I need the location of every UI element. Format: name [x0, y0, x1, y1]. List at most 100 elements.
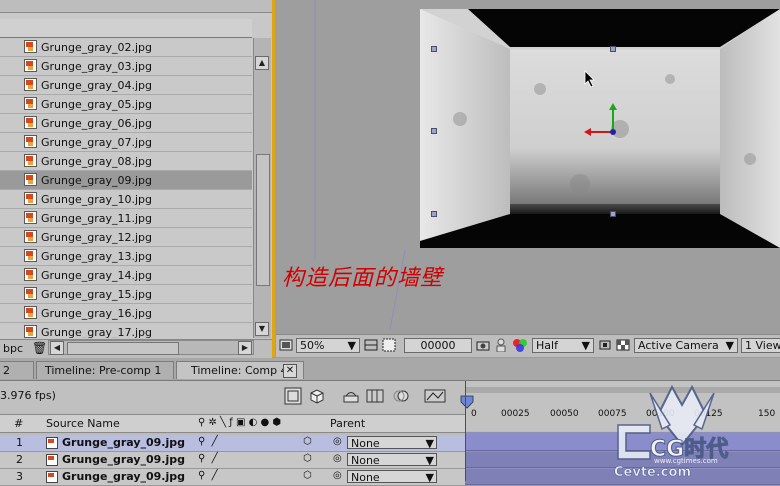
layer-handle[interactable]: [431, 211, 437, 217]
file-row[interactable]: Grunge_gray_06.jpg: [0, 114, 252, 133]
file-row[interactable]: Grunge_gray_12.jpg: [0, 228, 252, 247]
camera-value: Active Camera: [638, 339, 719, 352]
layer-switches[interactable]: ⚲ ╱: [198, 436, 218, 447]
layer-number: 2: [16, 453, 23, 466]
project-file-list: Grunge_gray_02.jpg Grunge_gray_03.jpg Gr…: [0, 38, 252, 338]
image-file-icon: [24, 97, 37, 110]
project-horizontal-scrollbar[interactable]: [48, 340, 254, 355]
file-name: Grunge_gray_04.jpg: [41, 79, 153, 92]
draft-3d-icon[interactable]: [342, 388, 360, 407]
file-row[interactable]: Grunge_gray_03.jpg: [0, 57, 252, 76]
file-row[interactable]: Grunge_gray_07.jpg: [0, 133, 252, 152]
3d-cube-icon[interactable]: [308, 388, 326, 407]
layer-row[interactable]: 2 Grunge_gray_09.jpg ⚲ ╱ ⬡ ◎ None ▼: [0, 452, 465, 469]
parent-dropdown[interactable]: None ▼: [347, 436, 437, 449]
image-file-icon: [24, 287, 37, 300]
frame-blending-icon[interactable]: [366, 388, 384, 407]
file-row[interactable]: Grunge_gray_13.jpg: [0, 247, 252, 266]
graph-editor-icon[interactable]: [424, 388, 446, 407]
layer-handle[interactable]: [610, 46, 616, 52]
file-name: Grunge_gray_07.jpg: [41, 136, 153, 149]
ruler-tick: 00025: [501, 409, 530, 419]
snapshot-camera-icon[interactable]: [476, 338, 490, 352]
3d-layer-cube-icon[interactable]: ⬡: [303, 453, 312, 464]
transparency-grid-icon[interactable]: [616, 338, 630, 352]
resolution-dropdown[interactable]: Half ▼: [532, 338, 594, 353]
3d-layer-cube-icon[interactable]: ⬡: [303, 436, 312, 447]
ruler-tick: 00050: [550, 409, 579, 419]
layer-row[interactable]: 3 Grunge_gray_09.jpg ⚲ ╱ ⬡ ◎ None ▼: [0, 469, 465, 486]
pickwhip-spiral-icon[interactable]: ◎: [333, 470, 342, 481]
layer-name: Grunge_gray_09.jpg: [62, 453, 186, 466]
hscroll-thumb[interactable]: [67, 342, 179, 355]
color-channels-icon[interactable]: [512, 338, 527, 352]
file-row[interactable]: Grunge_gray_15.jpg: [0, 285, 252, 304]
file-row[interactable]: Grunge_gray_02.jpg: [0, 38, 252, 57]
file-name: Grunge_gray_03.jpg: [41, 60, 153, 73]
pickwhip-spiral-icon[interactable]: ◎: [333, 436, 342, 447]
safe-zones-icon[interactable]: [364, 338, 378, 352]
image-file-icon: [24, 325, 37, 338]
file-row[interactable]: Grunge_gray_04.jpg: [0, 76, 252, 95]
column-parent[interactable]: Parent: [330, 417, 365, 430]
layer-handle[interactable]: [431, 46, 437, 52]
parent-dropdown[interactable]: None ▼: [347, 453, 437, 466]
playhead-marker-icon[interactable]: [460, 395, 474, 409]
project-vertical-scrollbar[interactable]: ▲ ▼: [253, 38, 271, 338]
file-name: Grunge_gray_14.jpg: [41, 269, 153, 282]
file-row-selected[interactable]: Grunge_gray_09.jpg: [0, 171, 252, 190]
file-row[interactable]: Grunge_gray_10.jpg: [0, 190, 252, 209]
chevron-down-icon: ▼: [425, 471, 434, 484]
view-layout-dropdown[interactable]: 1 View: [741, 338, 780, 353]
3d-layer-cube-icon[interactable]: ⬡: [303, 470, 312, 481]
composition-toolbar: 50% ▼ 00000 Half ▼ Active Camera ▼ 1 View: [276, 334, 780, 357]
comp-mini-flowchart-icon[interactable]: [284, 387, 302, 408]
tab-pre-comp-1[interactable]: Timeline: Pre-comp 1: [36, 361, 174, 379]
file-row[interactable]: Grunge_gray_08.jpg: [0, 152, 252, 171]
tab-partial[interactable]: 2: [0, 361, 34, 379]
pickwhip-spiral-icon[interactable]: ◎: [333, 453, 342, 464]
magnification-dropdown[interactable]: 50% ▼: [296, 338, 360, 353]
zoom-value: 50%: [300, 339, 325, 352]
parent-value: None: [351, 454, 380, 467]
scroll-down-icon[interactable]: ▼: [255, 322, 269, 336]
bpc-label[interactable]: bpc: [3, 342, 23, 355]
chevron-down-icon: ▼: [725, 339, 734, 352]
layer-handle[interactable]: [431, 128, 437, 134]
layer-row[interactable]: 1 Grunge_gray_09.jpg ⚲ ╱ ⬡ ◎ None ▼: [0, 435, 465, 452]
file-row[interactable]: Grunge_gray_11.jpg: [0, 209, 252, 228]
layer-switches[interactable]: ⚲ ╱: [198, 453, 218, 464]
file-row[interactable]: Grunge_gray_05.jpg: [0, 95, 252, 114]
file-name: Grunge_gray_17.jpg: [41, 326, 153, 338]
layer-switches[interactable]: ⚲ ╱: [198, 470, 218, 481]
current-time-indicator[interactable]: [465, 381, 466, 481]
file-name: Grunge_gray_11.jpg: [41, 212, 153, 225]
motion-blur-icon[interactable]: [392, 388, 410, 407]
parent-dropdown[interactable]: None ▼: [347, 470, 437, 483]
image-file-icon: [24, 173, 37, 186]
trash-icon[interactable]: 🗑: [32, 341, 47, 355]
project-list-header: [0, 19, 252, 38]
close-icon[interactable]: ✕: [283, 364, 297, 378]
scroll-thumb[interactable]: [256, 154, 270, 286]
image-file-icon: [24, 78, 37, 91]
camera-view-dropdown[interactable]: Active Camera ▼: [634, 338, 738, 353]
scroll-right-icon[interactable]: ▶: [238, 341, 252, 355]
scroll-up-icon[interactable]: ▲: [255, 56, 269, 70]
file-name: Grunge_gray_09.jpg: [41, 174, 153, 187]
layer-number: 1: [16, 436, 23, 449]
file-row[interactable]: Grunge_gray_17.jpg: [0, 323, 252, 338]
scroll-left-icon[interactable]: ◀: [50, 341, 64, 355]
image-file-icon: [24, 154, 37, 167]
file-name: Grunge_gray_15.jpg: [41, 288, 153, 301]
timecode-field[interactable]: 00000: [404, 338, 472, 353]
show-snapshot-person-icon[interactable]: [494, 338, 508, 353]
file-row[interactable]: Grunge_gray_14.jpg: [0, 266, 252, 285]
always-preview-icon[interactable]: [279, 338, 293, 352]
mask-shape-path-icon[interactable]: [382, 338, 396, 352]
3d-axis-gizmo-icon[interactable]: [580, 100, 630, 145]
file-row[interactable]: Grunge_gray_16.jpg: [0, 304, 252, 323]
column-source-name[interactable]: Source Name: [46, 417, 120, 430]
region-of-interest-icon[interactable]: [598, 338, 612, 352]
layer-handle[interactable]: [610, 211, 616, 217]
